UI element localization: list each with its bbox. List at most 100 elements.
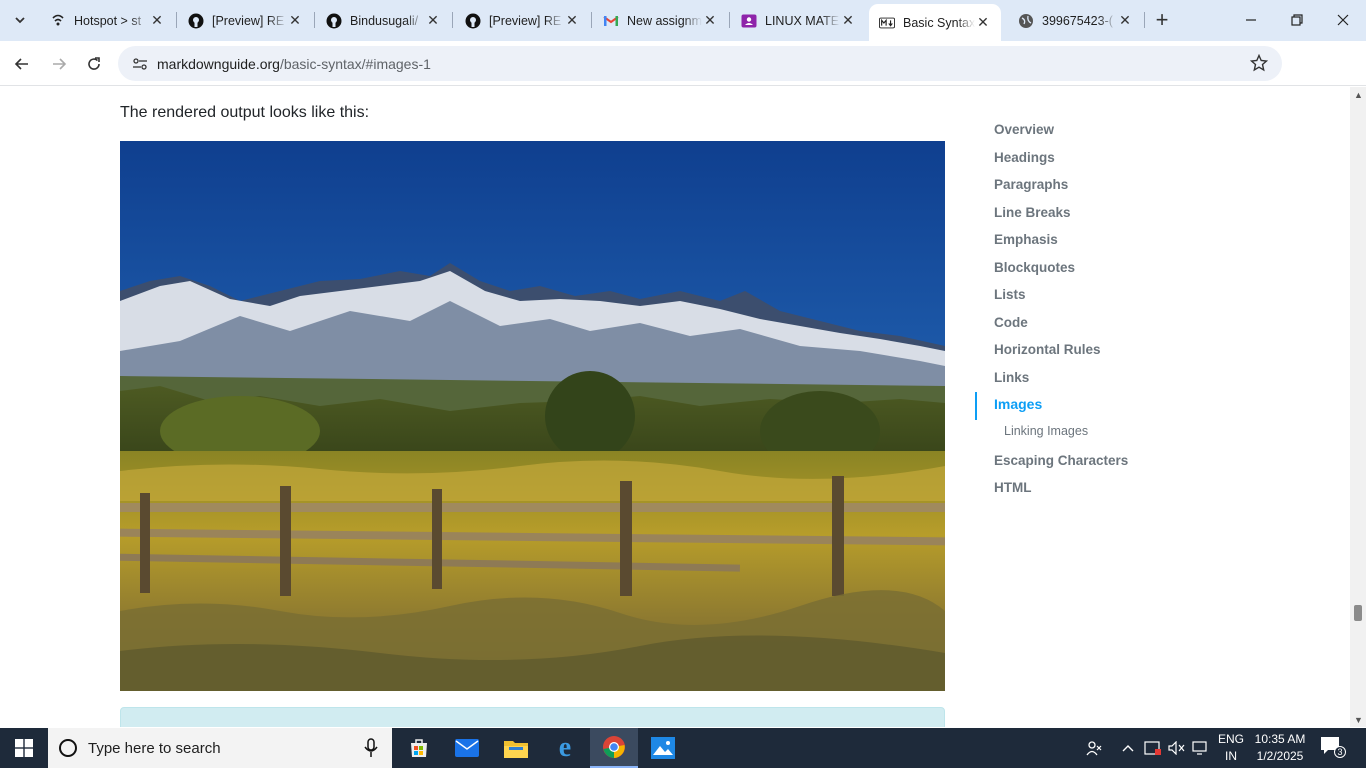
table-of-contents: Overview Headings Paragraphs Line Breaks… (975, 117, 1235, 503)
scroll-down-arrow-icon[interactable]: ▼ (1354, 715, 1363, 725)
tab-separator (729, 12, 730, 28)
taskbar-search-box[interactable]: Type here to search (48, 728, 392, 768)
notification-center-button[interactable]: 3 (1320, 736, 1346, 763)
tab-title: Bindusugali/ (350, 13, 419, 28)
language-indicator[interactable]: ENG IN (1216, 731, 1246, 765)
toc-lists[interactable]: Lists (975, 282, 1235, 310)
tab-search-button[interactable] (6, 6, 34, 34)
url-text: markdownguide.org/basic-syntax/#images-1 (157, 56, 431, 72)
url-path: /basic-syntax/#images-1 (279, 55, 431, 72)
close-icon[interactable]: ✕ (149, 12, 165, 29)
toc-linking-images[interactable]: Linking Images (975, 420, 1235, 442)
gmail-icon (603, 13, 619, 29)
tab-gmail[interactable]: New assignm ✕ (593, 0, 728, 41)
battery-icon[interactable] (1142, 728, 1164, 768)
tab-hotspot[interactable]: Hotspot > st ✕ (40, 0, 175, 41)
markdown-icon (879, 15, 895, 31)
taskbar-mail[interactable] (443, 728, 491, 768)
toc-horizontal-rules[interactable]: Horizontal Rules (975, 337, 1235, 365)
tab-preview-1[interactable]: [Preview] RE ✕ (178, 0, 313, 41)
arrow-right-icon (53, 58, 67, 70)
minimize-button[interactable] (1228, 0, 1274, 40)
close-icon[interactable]: ✕ (1117, 12, 1133, 29)
notification-count: 3 (1334, 746, 1346, 758)
close-icon[interactable]: ✕ (564, 12, 580, 29)
taskbar-store[interactable] (395, 728, 443, 768)
volume-muted-icon[interactable] (1166, 728, 1188, 768)
landscape-image (120, 141, 945, 691)
toc-images[interactable]: Images (975, 392, 1235, 420)
browser-toolbar: markdownguide.org/basic-syntax/#images-1… (0, 41, 1366, 113)
taskbar-photos[interactable] (639, 728, 687, 768)
reload-button[interactable] (79, 49, 109, 79)
page-content: The rendered output looks like this: Ove… (0, 87, 1350, 727)
tab-separator (591, 12, 592, 28)
note-callout (120, 707, 945, 727)
toc-paragraphs[interactable]: Paragraphs (975, 172, 1235, 200)
close-icon[interactable]: ✕ (702, 12, 718, 29)
tab-bindusugali[interactable]: Bindusugali/ ✕ (316, 0, 451, 41)
back-button[interactable] (7, 49, 37, 79)
microphone-icon[interactable] (364, 738, 378, 758)
github-icon (188, 13, 204, 29)
tab-basic-syntax[interactable]: Basic Syntax ✕ (869, 4, 1001, 41)
toc-emphasis[interactable]: Emphasis (975, 227, 1235, 255)
people-tray-icon[interactable] (1082, 728, 1106, 768)
mail-icon (455, 739, 479, 757)
taskbar-file-explorer[interactable] (492, 728, 540, 768)
minimize-icon (1246, 19, 1256, 21)
system-clock[interactable]: 10:35 AM 1/2/2025 (1250, 731, 1310, 765)
restore-button[interactable] (1274, 0, 1320, 40)
toc-code[interactable]: Code (975, 310, 1235, 338)
toc-line-breaks[interactable]: Line Breaks (975, 200, 1235, 228)
toc-blockquotes[interactable]: Blockquotes (975, 255, 1235, 283)
github-icon (465, 13, 481, 29)
tab-title: LINUX MATE (765, 13, 840, 28)
new-tab-button[interactable]: + (1148, 6, 1176, 34)
search-icon (59, 739, 77, 757)
globe-icon (1018, 13, 1034, 29)
github-icon (326, 13, 342, 29)
intro-text: The rendered output looks like this: (120, 104, 370, 121)
site-info-icon[interactable] (129, 57, 151, 71)
folder-icon (504, 741, 528, 758)
bookmark-star-icon[interactable] (1249, 53, 1269, 77)
close-icon[interactable]: ✕ (840, 12, 856, 29)
tab-title: New assignm (627, 13, 702, 28)
restore-icon (1291, 14, 1303, 26)
taskbar-chrome[interactable] (590, 728, 638, 768)
clock-time: 10:35 AM (1254, 732, 1306, 746)
toc-headings[interactable]: Headings (975, 145, 1235, 173)
chevron-up-icon[interactable] (1118, 728, 1138, 768)
tab-separator (1144, 12, 1145, 28)
plus-icon: + (1155, 7, 1169, 32)
close-icon (1337, 14, 1349, 26)
tab-preview-2[interactable]: [Preview] RE ✕ (455, 0, 590, 41)
classroom-icon (741, 13, 757, 29)
network-icon[interactable] (1190, 728, 1212, 768)
toc-links[interactable]: Links (975, 365, 1235, 393)
toc-html[interactable]: HTML (975, 475, 1235, 503)
forward-button[interactable] (44, 49, 74, 79)
close-window-button[interactable] (1320, 0, 1366, 40)
close-icon[interactable]: ✕ (975, 14, 991, 31)
language-code: ENG (1217, 732, 1244, 746)
clock-date: 1/2/2025 (1256, 749, 1304, 763)
scrollbar-thumb[interactable] (1354, 605, 1362, 621)
close-icon[interactable]: ✕ (287, 12, 303, 29)
tab-separator (176, 12, 177, 28)
reload-icon (88, 57, 100, 70)
tab-separator (314, 12, 315, 28)
start-button[interactable] (0, 728, 48, 768)
taskbar-edge[interactable]: e (541, 728, 589, 768)
scroll-up-arrow-icon[interactable]: ▲ (1354, 90, 1363, 100)
toc-overview[interactable]: Overview (975, 117, 1235, 145)
page-scrollbar[interactable]: ▲ ▼ (1350, 87, 1366, 727)
address-bar[interactable]: markdownguide.org/basic-syntax/#images-1 (118, 46, 1282, 81)
tab-document[interactable]: 399675423-( ✕ (1008, 0, 1143, 41)
windows-logo-icon (15, 739, 33, 757)
tab-classroom[interactable]: LINUX MATE ✕ (731, 0, 866, 41)
close-icon[interactable]: ✕ (425, 12, 441, 29)
tab-title: [Preview] RE (212, 13, 285, 28)
toc-escaping-characters[interactable]: Escaping Characters (975, 448, 1235, 476)
